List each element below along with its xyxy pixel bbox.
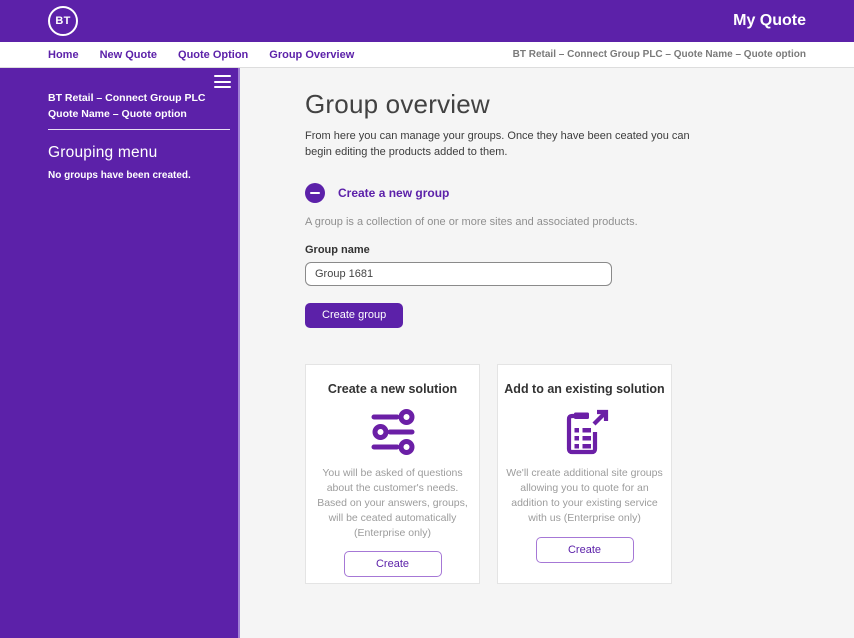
hamburger-menu-icon[interactable]	[214, 75, 231, 92]
nav-item-new-quote[interactable]: New Quote	[100, 49, 157, 61]
nav-links: Home New Quote Quote Option Group Overvi…	[48, 49, 354, 61]
create-group-button[interactable]: Create group	[305, 302, 404, 328]
group-description: A group is a collection of one or more s…	[305, 215, 638, 228]
breadcrumb: BT Retail – Connect Group PLC – Quote Na…	[512, 49, 806, 60]
sidebar-divider	[48, 129, 230, 130]
solution-cards: Create a new solution You will be asked …	[305, 363, 854, 584]
bt-logo[interactable]: BT	[48, 6, 78, 36]
page-title: Group overview	[305, 89, 490, 119]
card-create-button[interactable]: Create	[343, 551, 442, 578]
clipboard-arrow-icon	[566, 409, 608, 454]
sidebar: BT Retail – Connect Group PLC Quote Name…	[0, 68, 240, 638]
top-header: BT My Quote	[0, 0, 854, 42]
minus-circle-icon[interactable]	[305, 182, 325, 203]
create-group-toggle-label: Create a new group	[338, 185, 450, 200]
card-create-new-solution: Create a new solution You will be asked …	[305, 363, 480, 584]
card-title: Add to an existing solution	[504, 381, 665, 396]
sidebar-empty-message: No groups have been created.	[48, 170, 191, 181]
card-create-button[interactable]: Create	[535, 536, 634, 563]
page-header-title: My Quote	[733, 12, 806, 29]
card-title: Create a new solution	[327, 381, 458, 396]
nav-item-group-overview[interactable]: Group Overview	[269, 49, 354, 61]
nav-item-quote-option[interactable]: Quote Option	[178, 49, 248, 61]
group-name-input[interactable]	[305, 261, 612, 286]
card-description: You will be asked of questions about the…	[317, 466, 468, 539]
sidebar-grouping-menu-title: Grouping menu	[48, 144, 158, 161]
app-window: BT My Quote Home New Quote Quote Option …	[0, 0, 854, 638]
sidebar-account-line2: Quote Name – Quote option	[48, 108, 187, 120]
group-name-label: Group name	[305, 243, 370, 256]
main-content: Group overview From here you can manage …	[240, 68, 854, 638]
page-intro: From here you can manage your groups. On…	[305, 130, 690, 158]
sidebar-account-line1: BT Retail – Connect Group PLC	[48, 92, 206, 104]
card-add-existing-solution: Add to an existing solution We'll create…	[497, 363, 672, 584]
card-description: We'll create additional site groups allo…	[506, 466, 663, 524]
bt-logo-text: BT	[55, 15, 71, 27]
create-group-toggle[interactable]: Create a new group	[305, 182, 854, 203]
navbar: Home New Quote Quote Option Group Overvi…	[0, 42, 854, 68]
sliders-icon	[371, 408, 414, 455]
nav-item-home[interactable]: Home	[48, 49, 79, 61]
